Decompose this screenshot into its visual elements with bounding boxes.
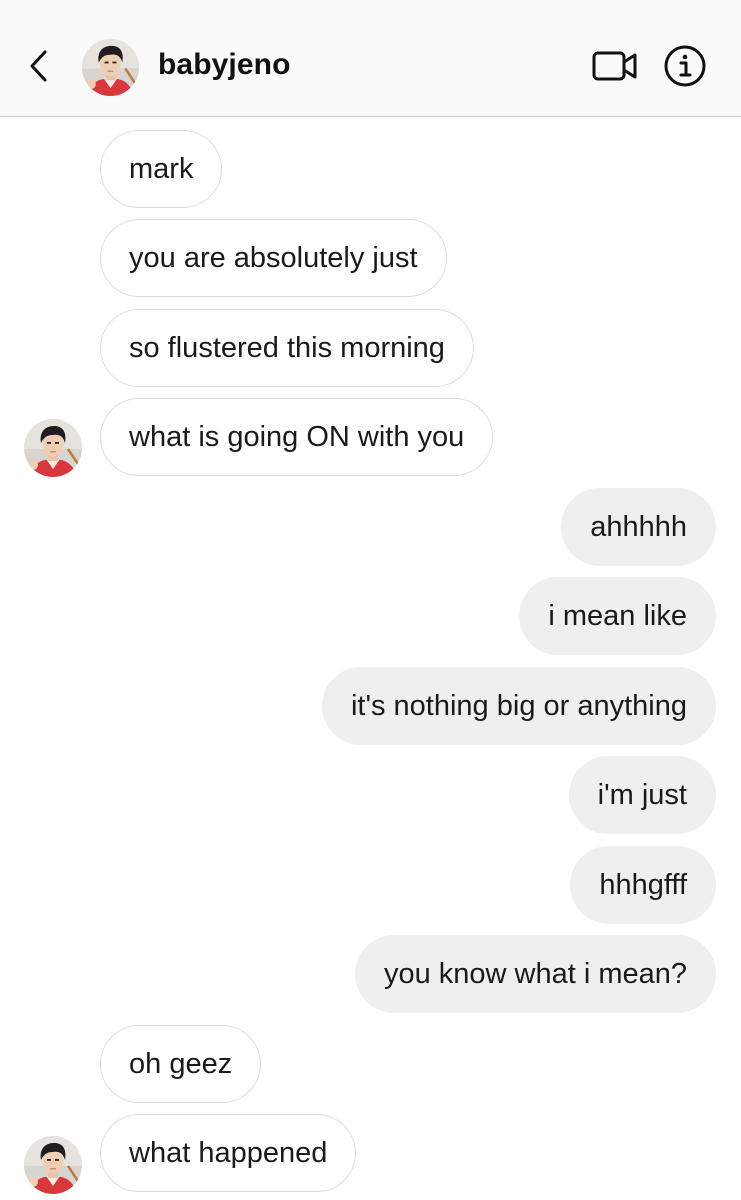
message-bubble-outgoing[interactable]: i mean like [519,577,716,655]
message-bubble-incoming[interactable]: what is going ON with you [100,398,494,476]
back-button[interactable] [24,44,56,88]
message-bubble-incoming[interactable]: you are absolutely just [100,219,447,297]
video-camera-icon [592,51,637,81]
message-bubble-outgoing[interactable]: it's nothing big or anything [321,667,716,745]
message-bubble-outgoing[interactable]: hhhgfff [570,846,716,924]
message-bubble-outgoing[interactable]: you know what i mean? [354,935,716,1013]
contact-username[interactable]: babyjeno [158,48,291,82]
message-bubble-incoming[interactable]: what happened [100,1114,357,1192]
avatar[interactable] [82,39,139,96]
avatar[interactable] [24,1136,82,1194]
message-bubble-incoming[interactable]: mark [100,130,223,208]
chevron-left-icon [30,50,47,82]
message-bubble-outgoing[interactable]: i'm just [568,756,716,834]
message-bubble-incoming[interactable]: oh geez [100,1025,262,1103]
info-button[interactable] [663,44,707,88]
message-bubble-incoming[interactable]: so flustered this morning [100,309,474,387]
message-thread[interactable]: mark you are absolutely just so flustere… [0,118,741,1200]
info-icon [664,45,706,87]
message-bubble-outgoing[interactable]: ahhhhh [561,488,716,566]
video-call-button[interactable] [590,44,640,88]
chat-header: babyjeno [0,0,741,117]
avatar[interactable] [24,419,82,477]
